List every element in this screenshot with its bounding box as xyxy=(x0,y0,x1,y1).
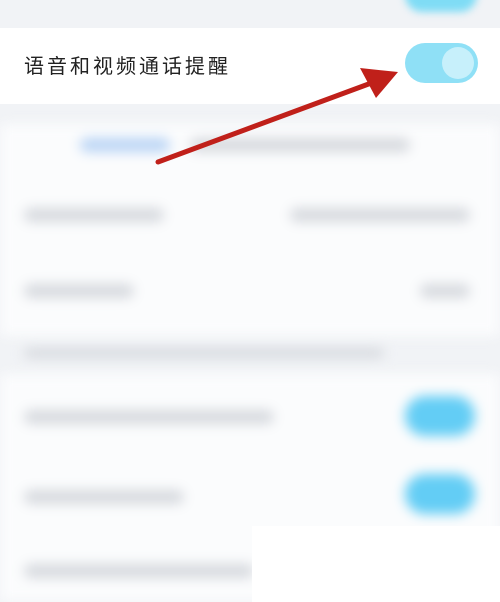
blurred-text xyxy=(24,564,254,578)
blurred-text xyxy=(24,284,134,298)
blurred-text xyxy=(24,410,274,424)
blurred-text xyxy=(290,208,470,222)
blurred-toggle xyxy=(405,474,475,514)
blank-corner xyxy=(252,526,500,602)
blurred-card xyxy=(0,124,500,336)
blurred-toggle-peek xyxy=(405,0,477,12)
blurred-text xyxy=(24,490,184,504)
blurred-toggle xyxy=(405,396,475,436)
blurred-text xyxy=(80,138,170,152)
voice-video-call-reminder-row: 语音和视频通话提醒 xyxy=(0,28,500,104)
blurred-text xyxy=(24,348,384,358)
voice-video-call-reminder-toggle[interactable] xyxy=(405,43,478,83)
blurred-text xyxy=(420,284,470,298)
toggle-knob xyxy=(442,47,474,79)
blurred-text xyxy=(24,208,164,222)
blurred-text xyxy=(190,138,410,152)
voice-video-call-reminder-label: 语音和视频通话提醒 xyxy=(24,54,231,78)
